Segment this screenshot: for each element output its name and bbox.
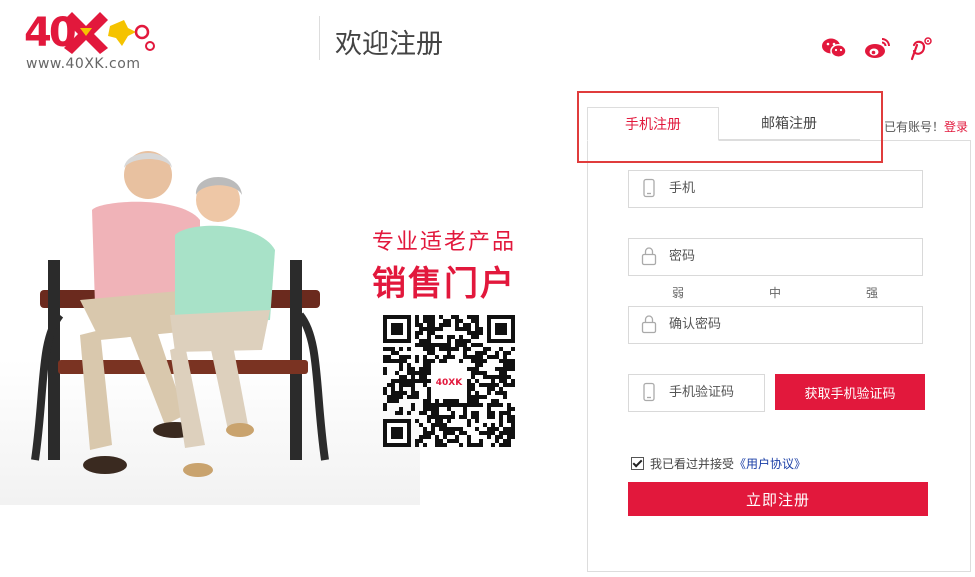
password-input[interactable] [669, 239, 909, 273]
logo-url: www.40XK.com [26, 56, 141, 72]
strength-weak: 弱 [672, 286, 685, 300]
get-sms-code-button[interactable]: 获取手机验证码 [775, 374, 925, 410]
agreement-row: 我已看过并接受《用户协议》 [631, 455, 806, 472]
hero-headline: 销售门户 [372, 264, 516, 304]
weibo-icon[interactable] [863, 34, 891, 62]
agree-text: 我已看过并接受 [650, 457, 735, 471]
confirm-password-field [628, 306, 923, 344]
phone-input[interactable] [669, 171, 909, 205]
page-title: 欢迎注册 [335, 29, 443, 60]
header-divider [319, 16, 320, 60]
have-account-prompt: 已有账号！ [884, 120, 945, 134]
user-agreement-link[interactable]: 《用户协议》 [734, 457, 806, 471]
qr-center-logo: 40XK [436, 378, 463, 388]
password-field [628, 238, 923, 276]
logo-graphic: 40 [24, 10, 155, 56]
phone-icon [643, 178, 655, 198]
strength-medium: 中 [769, 286, 782, 300]
login-link[interactable]: 登录 [944, 120, 968, 134]
sms-code-input[interactable] [669, 375, 761, 409]
lock-icon [641, 247, 657, 266]
lock-icon [641, 315, 657, 334]
confirm-password-input[interactable] [669, 307, 909, 341]
phone-icon [643, 382, 655, 402]
hero-tagline: 专业适老产品 [372, 230, 517, 255]
tab-email-register[interactable]: 邮箱注册 [718, 107, 860, 140]
agree-checkbox[interactable] [631, 457, 644, 470]
qr-code: 40XK [383, 315, 515, 447]
register-submit-button[interactable]: 立即注册 [628, 482, 928, 516]
wechat-icon[interactable] [820, 34, 848, 62]
tab-phone-register[interactable]: 手机注册 [587, 107, 719, 141]
strength-strong: 强 [866, 286, 879, 300]
have-account-text: 已有账号！登录 [884, 118, 968, 135]
sms-code-field [628, 374, 765, 412]
site-logo[interactable]: 40 www.40XK.com [24, 6, 164, 74]
pinterest-icon[interactable] [906, 34, 934, 62]
hero-image [0, 140, 420, 505]
phone-field [628, 170, 923, 208]
